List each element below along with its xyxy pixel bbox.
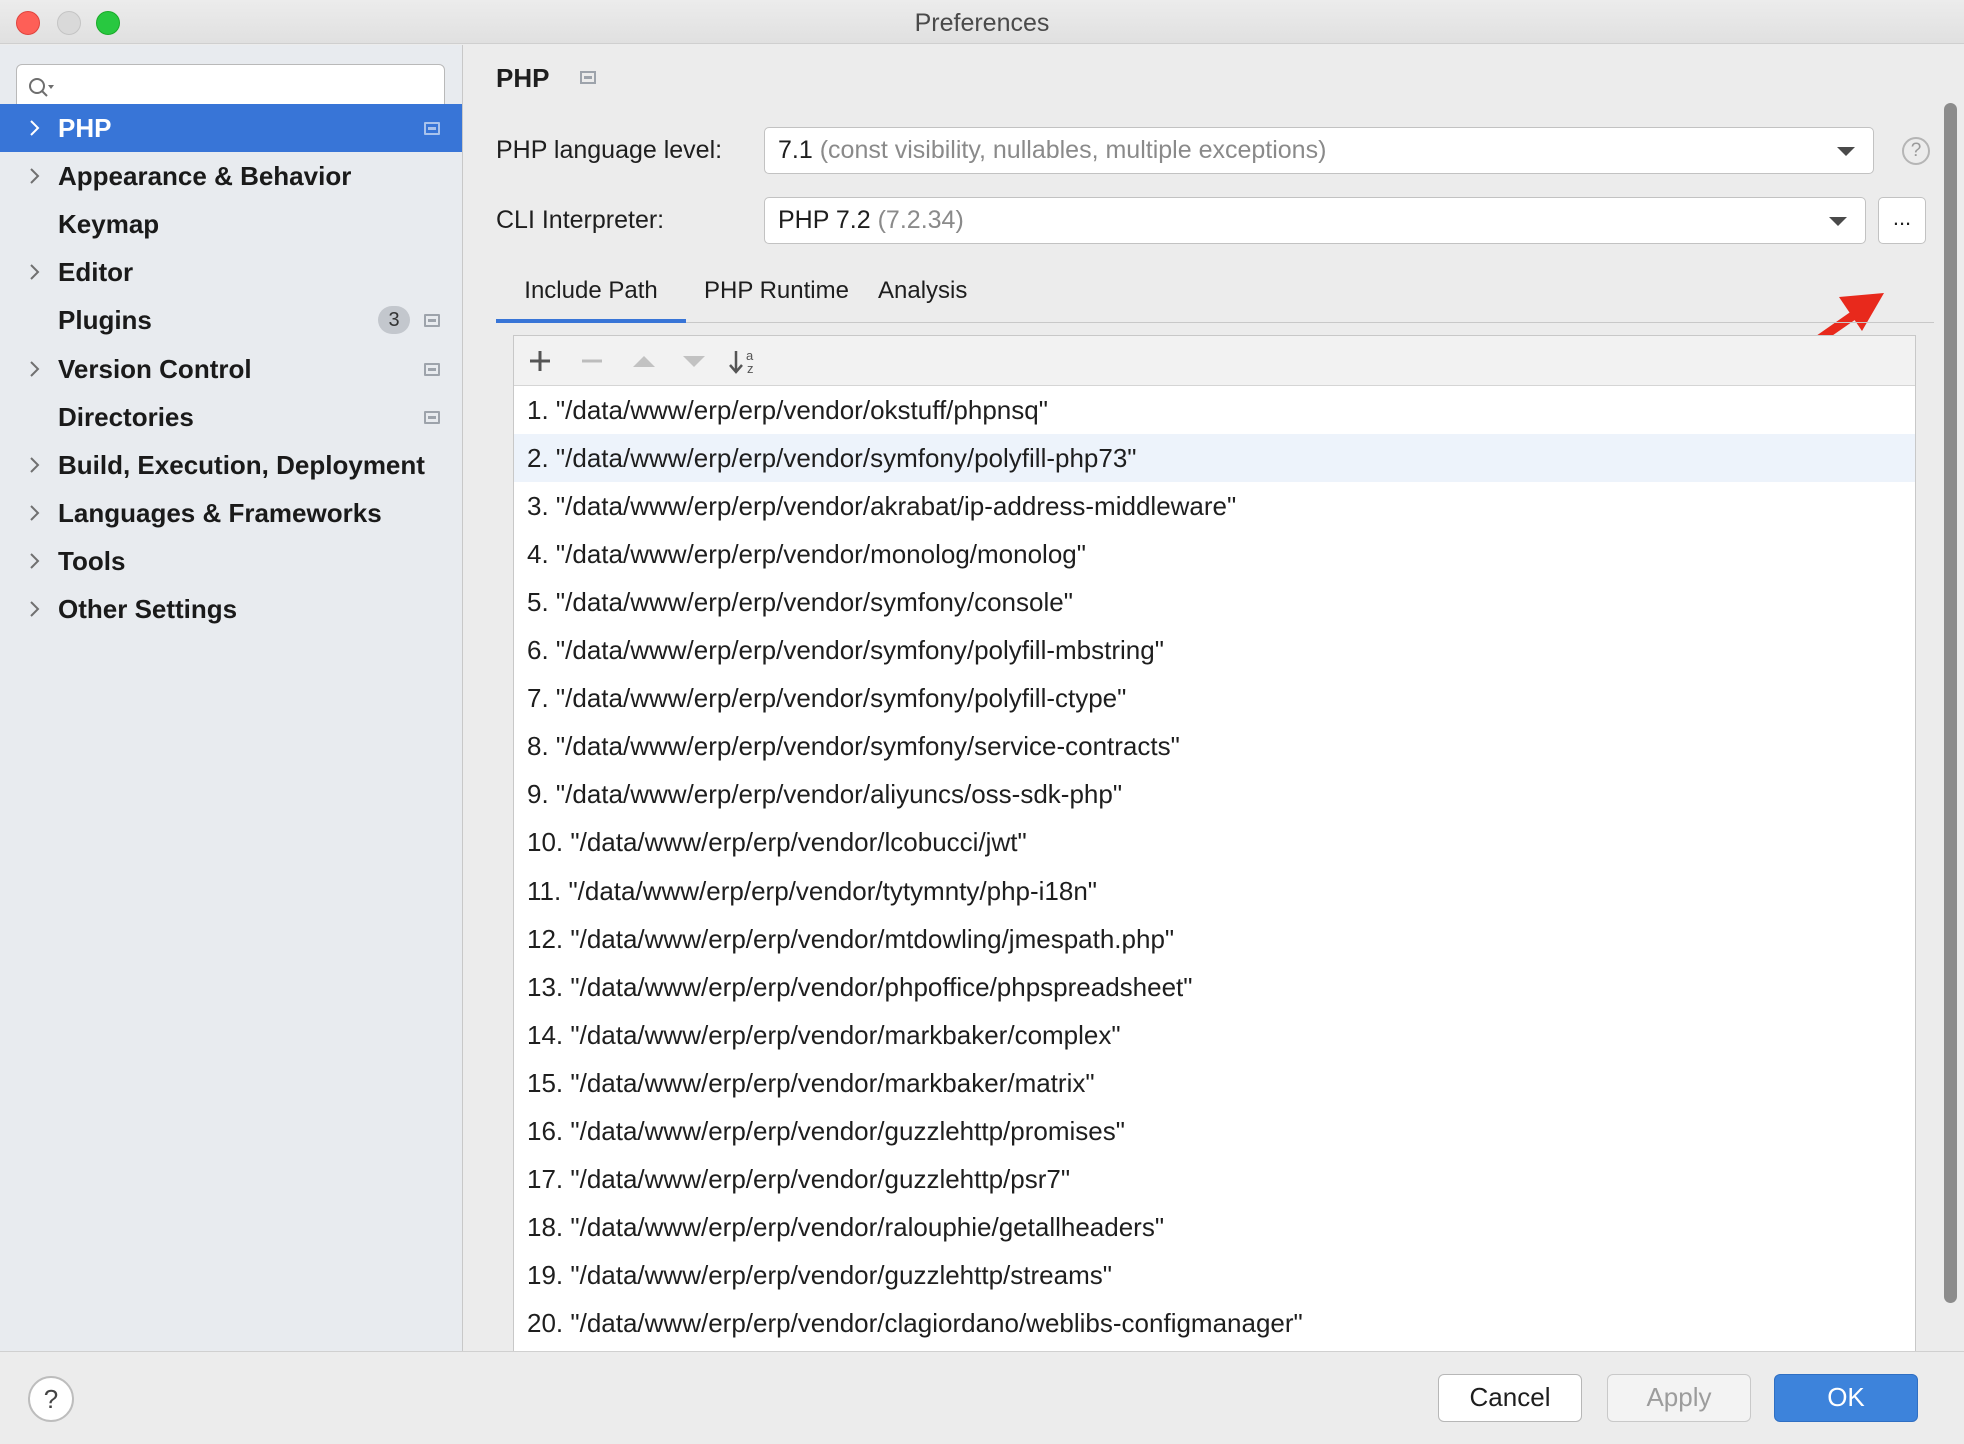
remove-icon[interactable] [572,342,612,380]
sidebar-item-tools[interactable]: Tools [0,537,462,585]
settings-sidebar: PHP Appearance & Behavior Keymap Editor Plug… [0,45,463,1351]
tab-php-runtime[interactable]: PHP Runtime [704,267,849,323]
sidebar-item-directories[interactable]: Directories [0,393,462,441]
chevron-right-icon[interactable] [25,489,45,537]
chevron-right-icon[interactable] [25,537,45,585]
tab-analysis[interactable]: Analysis [878,267,967,323]
sidebar-item-build-execution-deployment[interactable]: Build, Execution, Deployment [0,441,462,489]
move-down-icon[interactable] [674,342,714,380]
sidebar-item-other-settings[interactable]: Other Settings [0,585,462,633]
sidebar-item-label: Tools [58,545,126,576]
project-scope-icon [424,314,440,328]
language-level-select[interactable]: 7.1 (const visibility, nullables, multip… [764,127,1874,174]
include-path-row[interactable]: 5. "/data/www/erp/erp/vendor/symfony/con… [514,578,1915,626]
include-path-toolbar: a z [514,336,1915,386]
language-level-detail: (const visibility, nullables, multiple e… [819,136,1327,164]
help-button[interactable]: ? [28,1376,74,1422]
project-scope-icon [424,410,440,424]
project-scope-icon [424,362,440,376]
vertical-scrollbar[interactable] [1944,103,1957,1303]
svg-text:z: z [747,361,754,376]
sidebar-item-languages-frameworks[interactable]: Languages & Frameworks [0,489,462,537]
add-icon[interactable] [520,342,560,380]
language-level-help-icon[interactable]: ? [1902,137,1930,165]
sidebar-item-php[interactable]: PHP [0,104,462,152]
include-path-row[interactable]: 13. "/data/www/erp/erp/vendor/phpoffice/… [514,963,1915,1011]
window-title: Preferences [914,9,1050,37]
chevron-right-icon[interactable] [25,345,45,393]
chevron-right-icon[interactable] [25,441,45,489]
dropdown-arrow-icon [1829,217,1847,226]
tab-include-path[interactable]: Include Path [496,267,686,323]
search-icon [29,78,54,97]
sidebar-item-label: Languages & Frameworks [58,497,382,528]
project-scope-icon [580,71,596,84]
ok-button[interactable]: OK [1774,1374,1918,1422]
sidebar-item-label: Appearance & Behavior [58,161,352,192]
dialog-footer: ? Cancel Apply OK [0,1351,1964,1444]
cli-interpreter-label: CLI Interpreter: [496,206,665,234]
include-path-row[interactable]: 19. "/data/www/erp/erp/vendor/guzzlehttp… [514,1251,1915,1299]
language-level-label: PHP language level: [496,136,723,164]
language-level-value: 7.1 [778,136,813,164]
chevron-right-icon[interactable] [25,585,45,633]
project-scope-icon [424,122,440,135]
sidebar-item-version-control[interactable]: Version Control [0,345,462,393]
include-path-row[interactable]: 10. "/data/www/erp/erp/vendor/lcobucci/j… [514,818,1915,866]
sidebar-item-label: Version Control [58,353,252,384]
sidebar-item-plugins[interactable]: Plugins 3 [0,296,462,344]
cli-interpreter-detail: (7.2.34) [877,206,964,234]
include-path-row[interactable]: 2. "/data/www/erp/erp/vendor/symfony/pol… [514,434,1915,483]
include-path-row[interactable]: 6. "/data/www/erp/erp/vendor/symfony/pol… [514,626,1915,674]
include-path-row[interactable]: 11. "/data/www/erp/erp/vendor/tytymnty/p… [514,867,1915,915]
chevron-right-icon[interactable] [25,248,45,296]
chevron-right-icon[interactable] [25,152,45,200]
search-input[interactable] [65,71,435,105]
dropdown-arrow-icon [1837,147,1855,156]
cli-interpreter-more-button[interactable]: ... [1878,197,1926,244]
include-path-row[interactable]: 3. "/data/www/erp/erp/vendor/akrabat/ip-… [514,482,1915,530]
cancel-button[interactable]: Cancel [1438,1374,1582,1422]
include-path-row[interactable]: 9. "/data/www/erp/erp/vendor/aliyuncs/os… [514,770,1915,818]
sort-alphabetically-icon[interactable]: a z [724,342,764,380]
plugins-update-badge: 3 [378,306,410,335]
include-path-row[interactable]: 12. "/data/www/erp/erp/vendor/mtdowling/… [514,915,1915,963]
sidebar-item-label: Plugins [58,305,152,336]
include-path-row[interactable]: 7. "/data/www/erp/erp/vendor/symfony/pol… [514,674,1915,722]
sidebar-item-editor[interactable]: Editor [0,248,462,296]
sidebar-item-label: Other Settings [58,594,238,624]
include-path-row[interactable]: 17. "/data/www/erp/erp/vendor/guzzlehttp… [514,1155,1915,1203]
sidebar-item-keymap[interactable]: Keymap [0,200,462,248]
sidebar-item-label: Keymap [58,209,160,240]
page-title: PHP [496,63,550,93]
move-up-icon[interactable] [624,342,664,380]
include-path-row[interactable]: 16. "/data/www/erp/erp/vendor/guzzlehttp… [514,1107,1915,1155]
include-path-row[interactable]: 18. "/data/www/erp/erp/vendor/ralouphie/… [514,1203,1915,1251]
include-path-row[interactable]: 15. "/data/www/erp/erp/vendor/markbaker/… [514,1059,1915,1107]
include-path-row[interactable]: 4. "/data/www/erp/erp/vendor/monolog/mon… [514,530,1915,578]
title-bar: Preferences [0,0,1964,44]
php-settings-panel: PHP PHP language level: 7.1 (const visib… [464,45,1964,1351]
cli-interpreter-select[interactable]: PHP 7.2 (7.2.34) [764,197,1866,244]
sidebar-item-label: Build, Execution, Deployment [58,449,425,480]
include-path-row[interactable]: 1. "/data/www/erp/erp/vendor/okstuff/php… [514,386,1915,434]
sidebar-item-label: Editor [58,257,134,288]
cli-interpreter-value: PHP 7.2 [778,206,871,234]
sidebar-item-label: PHP [58,113,112,143]
include-path-row[interactable]: 20. "/data/www/erp/erp/vendor/clagiordan… [514,1299,1915,1347]
apply-button[interactable]: Apply [1607,1374,1751,1422]
php-settings-tabs: Include Path PHP Runtime Analysis [496,267,1934,323]
include-path-list-panel: a z 1. "/data/www/erp/erp/vendor/okstuff… [513,335,1916,1351]
sidebar-item-label: Directories [58,401,194,432]
chevron-right-icon[interactable] [25,104,45,152]
include-path-row[interactable]: 8. "/data/www/erp/erp/vendor/symfony/ser… [514,722,1915,770]
sidebar-item-appearance-behavior[interactable]: Appearance & Behavior [0,152,462,200]
include-path-row[interactable]: 14. "/data/www/erp/erp/vendor/markbaker/… [514,1011,1915,1059]
